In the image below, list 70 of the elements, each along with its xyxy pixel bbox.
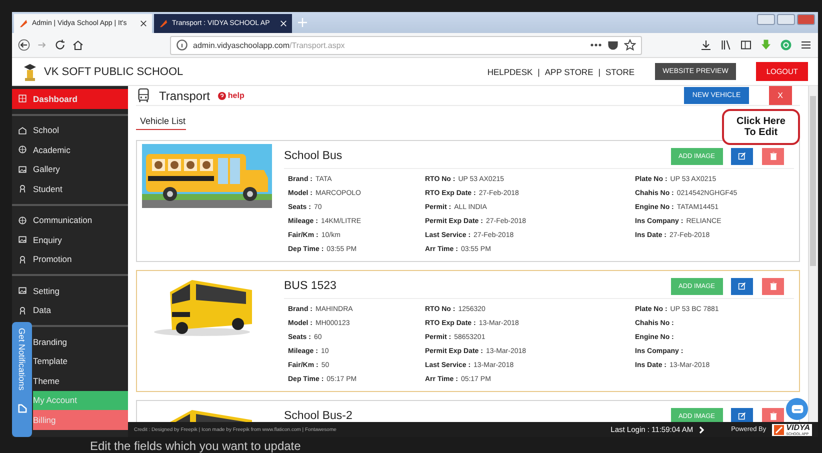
chevron-right-icon[interactable] bbox=[699, 426, 706, 434]
menu-item-icon bbox=[18, 164, 27, 174]
sidebar-item[interactable]: Communication bbox=[12, 210, 128, 230]
edit-icon bbox=[738, 152, 746, 160]
edit-icon bbox=[738, 282, 746, 290]
edit-button[interactable] bbox=[731, 408, 753, 422]
sidebar-item[interactable]: Enquiry bbox=[12, 230, 128, 250]
delete-button[interactable] bbox=[762, 148, 784, 164]
library-icon[interactable] bbox=[720, 39, 732, 51]
logo-icon bbox=[159, 19, 168, 28]
nav-link[interactable]: APP STORE bbox=[544, 66, 594, 76]
scrollbar[interactable] bbox=[808, 86, 818, 422]
trash-icon bbox=[770, 282, 776, 290]
help-link[interactable]: help bbox=[218, 91, 244, 100]
sidebar-icon[interactable] bbox=[740, 39, 752, 51]
menu-item-icon bbox=[18, 126, 27, 135]
download-icon[interactable] bbox=[700, 39, 712, 51]
menu-item-icon bbox=[18, 184, 27, 194]
logo-icon bbox=[19, 19, 28, 28]
menu-item-icon bbox=[18, 145, 27, 154]
page-title: Transport bbox=[159, 88, 210, 102]
trash-icon bbox=[770, 152, 776, 160]
menu-item-icon bbox=[18, 235, 27, 244]
menu-item-icon bbox=[18, 306, 27, 315]
close-button[interactable]: X bbox=[768, 86, 792, 105]
vehicle-name: School Bus-2 bbox=[284, 410, 352, 422]
school-name: VK SOFT PUBLIC SCHOOL bbox=[44, 66, 184, 78]
nav-link[interactable]: STORE bbox=[605, 66, 635, 76]
separator: | bbox=[538, 66, 540, 76]
delete-button[interactable] bbox=[762, 278, 784, 294]
info-icon bbox=[176, 39, 188, 51]
edit-icon bbox=[738, 412, 746, 420]
bookmark-star-icon[interactable] bbox=[624, 39, 636, 51]
edit-button[interactable] bbox=[731, 278, 753, 294]
address-bar[interactable]: admin.vidyaschoolapp.com/Transport.aspx bbox=[170, 36, 642, 54]
menu-icon[interactable] bbox=[800, 39, 812, 51]
menu-item-icon bbox=[18, 216, 27, 225]
sidebar-item[interactable]: Gallery bbox=[12, 160, 128, 179]
sidebar-item[interactable]: Data bbox=[12, 300, 128, 320]
menu-item-icon bbox=[18, 94, 27, 104]
sidebar-item[interactable]: School bbox=[12, 120, 128, 140]
separator: | bbox=[598, 66, 600, 76]
callout: Click Here To Edit bbox=[722, 109, 800, 145]
sidebar-item[interactable]: Promotion bbox=[12, 250, 128, 269]
caption: Edit the fields which you want to update bbox=[90, 440, 301, 452]
sidebar-item[interactable]: Theme bbox=[33, 371, 128, 390]
nav-link[interactable]: HELPDESK bbox=[487, 66, 533, 76]
sidebar-item[interactable]: Branding bbox=[33, 332, 128, 352]
school-logo-icon bbox=[22, 62, 38, 82]
delete-button[interactable] bbox=[762, 408, 784, 422]
close-icon[interactable] bbox=[140, 20, 147, 27]
vehicle-name: School Bus bbox=[284, 150, 342, 162]
vehicle-name: BUS 1523 bbox=[284, 280, 336, 292]
extension-icon[interactable] bbox=[780, 39, 792, 51]
sidebar-item[interactable]: Academic bbox=[12, 140, 128, 160]
menu-item-icon bbox=[18, 254, 27, 264]
trash-icon bbox=[770, 412, 776, 420]
sidebar-item[interactable]: Student bbox=[12, 179, 128, 198]
help-icon bbox=[218, 92, 226, 100]
reload-icon[interactable] bbox=[54, 39, 66, 51]
sidebar-item[interactable]: Dashboard bbox=[12, 89, 128, 108]
back-icon[interactable] bbox=[18, 39, 30, 51]
menu-item-icon bbox=[18, 286, 27, 296]
chat-icon bbox=[790, 404, 804, 414]
vehicle-list-tab[interactable]: Vehicle List bbox=[136, 114, 186, 130]
home-icon[interactable] bbox=[72, 39, 84, 51]
bus-icon bbox=[136, 88, 151, 103]
sidebar-item[interactable]: Setting bbox=[12, 281, 128, 300]
edit-button[interactable] bbox=[731, 148, 753, 164]
sidebar-item[interactable]: Template bbox=[33, 352, 128, 371]
